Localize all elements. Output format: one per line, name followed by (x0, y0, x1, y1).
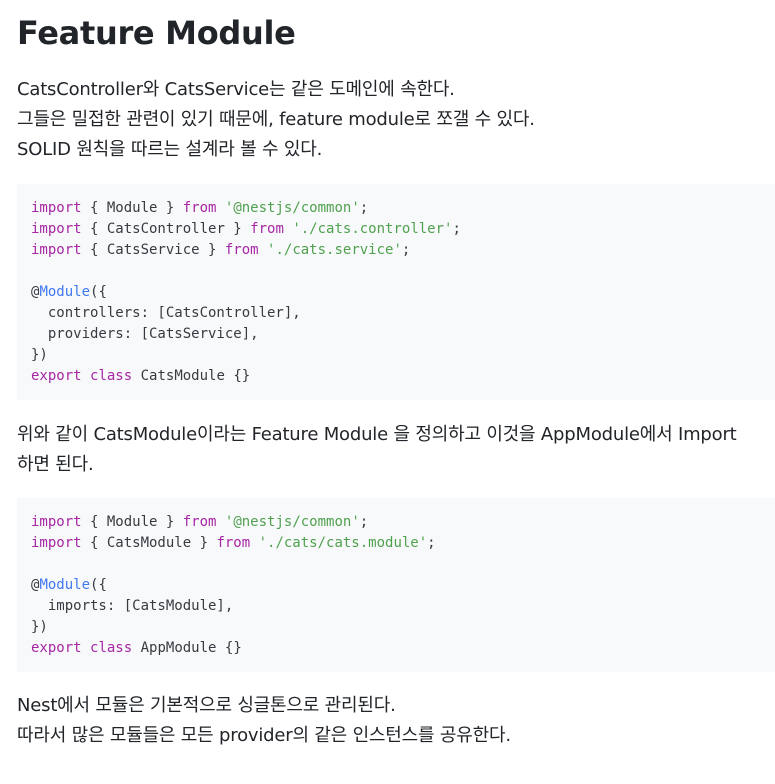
code-token: { CatsService } (81, 242, 225, 258)
code-line: @Module({ (31, 282, 761, 303)
code-token: export (31, 368, 82, 384)
code-token: '@nestjs/common' (224, 200, 360, 216)
code-line: @Module({ (31, 575, 761, 596)
code-line: import { CatsModule } from './cats/cats.… (31, 533, 761, 554)
code-line: controllers: [CatsController], (31, 303, 761, 324)
code-token: from (182, 514, 217, 530)
code-token: ; (359, 200, 369, 216)
code-block-cats-module: import { Module } from '@nestjs/common';… (17, 184, 775, 400)
code-token: import (31, 514, 82, 530)
code-token: ; (452, 221, 461, 237)
code-block-app-module: import { Module } from '@nestjs/common';… (17, 498, 775, 672)
code-token: import (31, 242, 82, 258)
code-line: import { Module } from '@nestjs/common'; (31, 198, 761, 219)
code-token: }) (31, 619, 48, 635)
page-title: Feature Module (17, 14, 296, 52)
singleton-paragraph: Nest에서 모듈은 기본적으로 싱글톤으로 관리된다. 따라서 많은 모듈들은… (17, 691, 511, 751)
code-token: import (31, 200, 82, 216)
code-token: './cats.service' (267, 242, 402, 258)
code-token: export (31, 640, 82, 656)
paragraph-line: 따라서 많은 모듈들은 모든 provider의 같은 인스턴스를 공유한다. (17, 725, 511, 746)
code-token: class (90, 640, 133, 656)
code-token: ; (427, 535, 436, 551)
code-token: imports: [CatsModule], (31, 598, 234, 614)
code-token: '@nestjs/common' (224, 514, 360, 530)
code-token: from (216, 535, 251, 551)
paragraph-line: 하면 된다. (17, 454, 94, 475)
code-line: }) (31, 345, 761, 366)
code-token: controllers: [CatsController], (31, 305, 301, 321)
code-token: class (90, 368, 133, 384)
code-token: ({ (90, 577, 107, 593)
paragraph-line: 그들은 밀접한 관련이 있기 때문에, feature module로 쪼갤 수… (17, 109, 535, 130)
code-token: './cats/cats.module' (258, 535, 428, 551)
code-token: from (250, 221, 284, 237)
code-token: providers: [CatsService], (31, 326, 259, 342)
code-line: import { CatsController } from './cats.c… (31, 219, 761, 240)
code-token: { CatsModule } (81, 535, 217, 551)
code-token: AppModule {} (132, 640, 242, 656)
code-line: }) (31, 617, 761, 638)
code-token: from (224, 242, 259, 258)
code-token: { CatsController } (81, 221, 251, 237)
code-token: import (31, 535, 82, 551)
code-token: { Module } (81, 514, 183, 530)
code-token: Module (39, 284, 91, 300)
code-token: import (31, 221, 82, 237)
paragraph-line: Nest에서 모듈은 기본적으로 싱글톤으로 관리된다. (17, 695, 396, 716)
code-token: from (182, 200, 217, 216)
code-line: export class AppModule {} (31, 638, 761, 659)
paragraph-line: CatsController와 CatsService는 같은 도메인에 속한다… (17, 79, 455, 100)
code-token: ({ (90, 284, 107, 300)
intro-paragraph: CatsController와 CatsService는 같은 도메인에 속한다… (17, 75, 535, 165)
code-token: }) (31, 347, 48, 363)
code-line: imports: [CatsModule], (31, 596, 761, 617)
code-token: ; (401, 242, 411, 258)
code-token: ; (359, 514, 369, 530)
code-line: import { CatsService } from './cats.serv… (31, 240, 761, 261)
code-token: { Module } (81, 200, 183, 216)
code-token: Module (39, 577, 91, 593)
code-line: providers: [CatsService], (31, 324, 761, 345)
code-token: CatsModule {} (132, 368, 251, 384)
code-line: export class CatsModule {} (31, 366, 761, 387)
code-line: import { Module } from '@nestjs/common'; (31, 512, 761, 533)
code-token: './cats.controller' (292, 221, 453, 237)
explanation-paragraph: 위와 같이 CatsModule이라는 Feature Module 을 정의하… (17, 420, 737, 480)
paragraph-line: 위와 같이 CatsModule이라는 Feature Module 을 정의하… (17, 424, 737, 445)
paragraph-line: SOLID 원칙을 따르는 설계라 볼 수 있다. (17, 139, 323, 160)
